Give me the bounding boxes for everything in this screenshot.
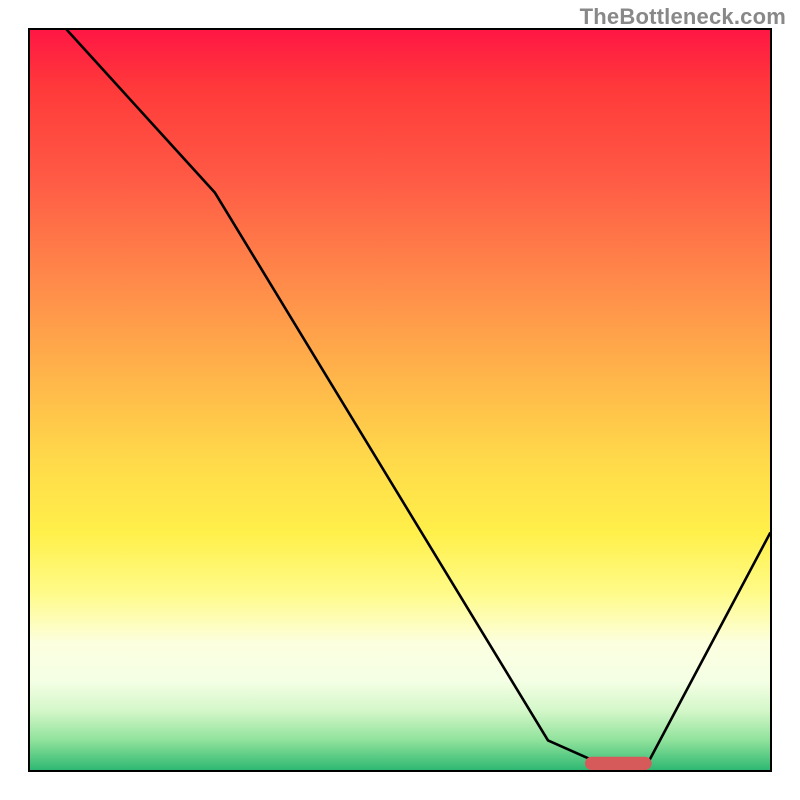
sweet-spot-marker bbox=[585, 757, 652, 770]
watermark-text: TheBottleneck.com bbox=[580, 4, 786, 30]
chart-container: TheBottleneck.com bbox=[0, 0, 800, 800]
chart-svg bbox=[30, 30, 770, 770]
plot-area bbox=[28, 28, 772, 772]
bottleneck-curve bbox=[67, 30, 770, 770]
